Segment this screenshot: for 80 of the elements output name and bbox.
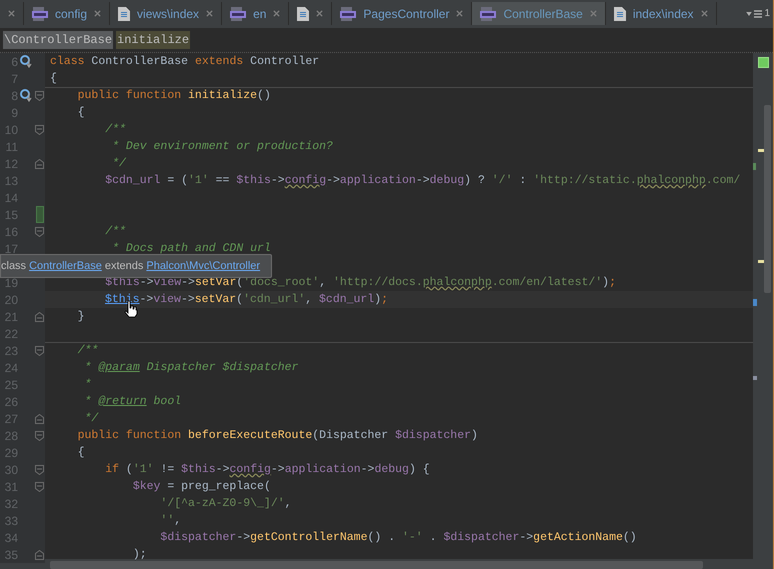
scrollbar-thumb[interactable] [764,105,771,293]
code-line: * @param Dispatcher $dispatcher [84,360,298,376]
code-line: * [84,376,92,393]
breadcrumb[interactable]: initialize [116,31,190,49]
code-line: '/[^a-zA-Z0-9\_]/', [159,496,292,512]
editor-tab[interactable]: ControllerBase [472,2,606,25]
horizontal-scrollbar[interactable] [0,559,753,569]
code-line: public function initialize() [76,88,271,104]
fold-icon[interactable] [35,482,44,492]
fold-icon[interactable] [35,346,44,356]
tab-label: index\index [632,6,694,22]
scrollbar-thumb[interactable] [50,561,703,569]
close-icon[interactable] [94,10,102,17]
code-line: '', [159,512,182,529]
tab-count: 1 [764,7,770,21]
code-line: /** [104,224,126,240]
tab-label: en [253,6,266,22]
override-method-icon[interactable] [20,89,32,102]
code-line: * @return bool [84,394,182,410]
fold-icon[interactable] [35,464,44,474]
code-line: class ControllerBase extends Controller [50,54,320,70]
code-line: } [76,308,85,325]
info-mark [753,376,757,380]
tooltip-text: class [1,258,26,274]
php-file-icon [480,6,496,20]
fold-end-icon[interactable] [35,312,44,322]
code-line: /** [104,122,126,138]
tab-label: config [55,6,88,22]
change-mark [753,163,756,170]
fold-icon[interactable] [35,90,44,100]
code-line: * Docs path and CDN url [111,240,271,257]
fold-end-icon[interactable] [35,158,44,168]
fold-end-icon[interactable] [35,550,44,560]
fold-end-icon[interactable] [35,414,44,424]
code-link[interactable]: $this [105,292,140,306]
fold-icon[interactable] [35,124,44,134]
caret-icon [746,12,752,16]
close-icon[interactable] [590,10,597,17]
tab-label: ControllerBase [503,6,583,22]
code-line: $cdn_url = ('1' == $this->config->application->debug) ? '/' : 'http://static.phalconphp.com/ [104,172,740,189]
code-line: $this->view->setVar('cdn_url', $cdn_url); [105,292,388,308]
tooltip-link[interactable]: Phalcon\Mvc\Controller [146,258,260,274]
tab-label: views\index [137,6,200,22]
breadcrumb[interactable]: \ControllerBase [3,31,114,49]
fold-icon[interactable] [35,430,44,440]
text-file-icon [118,6,130,20]
fold-icon[interactable] [35,226,44,236]
code-line: $key = preg_replace( [132,478,271,495]
vertical-scrollbar[interactable] [753,53,773,569]
text-file-icon [297,6,310,20]
code-line: if ('1' != $this->config->application->debug) { [104,462,430,478]
tooltip-text: extends [104,258,144,274]
php-file-icon [340,6,356,20]
tab-label: PagesController [363,6,450,22]
warning-mark [758,260,764,263]
warning-mark [758,149,764,152]
php-file-icon [32,6,48,20]
code-line: $dispatcher->getControllerName() . '-' . $dispatcher->getActionName() [159,530,637,546]
close-icon[interactable] [273,10,280,17]
list-icon [754,10,762,18]
tooltip-link[interactable]: ControllerBase [29,258,102,274]
code-line: { [50,70,57,87]
close-icon[interactable] [700,10,708,17]
code-line: */ [111,156,126,172]
php-file-icon [230,6,246,20]
close-icon[interactable] [316,10,324,17]
close-icon[interactable] [456,10,464,17]
code-line: /** [76,343,98,360]
code-line: ); [132,546,147,563]
close-icon[interactable] [8,10,15,17]
status-ok-icon [758,57,769,68]
code-line: public function beforeExecuteRoute(Dispatcher $dispatcher) [76,428,478,444]
override-method-icon[interactable] [20,55,32,68]
close-icon[interactable] [206,10,214,17]
code-line: { [76,104,85,121]
code-line: * Dev environment or production? [111,138,333,155]
code-line: */ [84,410,98,427]
caret-mark [753,299,757,306]
text-file-icon [614,6,626,20]
code-line: { [76,444,85,461]
